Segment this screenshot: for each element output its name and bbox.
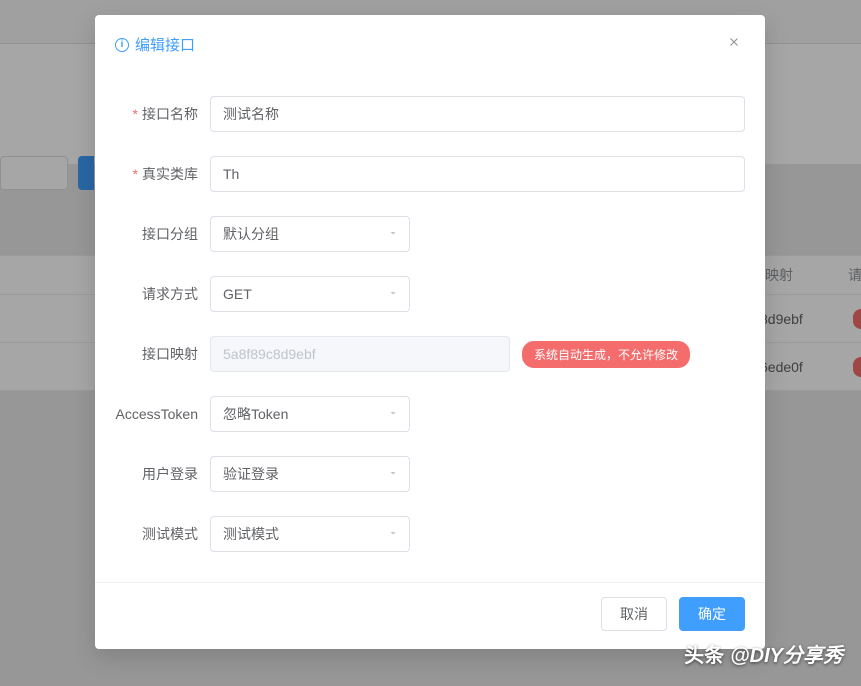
method-label: 请求方式 xyxy=(115,284,210,304)
mapping-label: 接口映射 xyxy=(115,344,210,364)
interface-name-input[interactable] xyxy=(210,96,745,132)
modal-header: i 编辑接口 xyxy=(95,15,765,72)
access-token-select[interactable]: 忽略Token xyxy=(210,396,410,432)
chevron-down-icon xyxy=(387,406,399,422)
access-token-select-value: 忽略Token xyxy=(223,404,288,424)
test-mode-select[interactable]: 测试模式 xyxy=(210,516,410,552)
modal-title: 编辑接口 xyxy=(135,34,195,55)
watermark: 头条 @DIY分享秀 xyxy=(684,639,843,668)
info-icon: i xyxy=(115,38,129,52)
chevron-down-icon xyxy=(387,226,399,242)
cancel-button[interactable]: 取消 xyxy=(601,597,667,631)
real-class-label: 真实类库 xyxy=(115,164,210,184)
group-select[interactable]: 默认分组 xyxy=(210,216,410,252)
modal-footer: 取消 确定 xyxy=(95,582,765,649)
watermark-logo: 头条 xyxy=(684,639,724,668)
chevron-down-icon xyxy=(387,466,399,482)
watermark-text: @DIY分享秀 xyxy=(730,639,843,668)
close-icon[interactable] xyxy=(723,31,745,58)
user-login-select[interactable]: 验证登录 xyxy=(210,456,410,492)
mapping-badge: 系统自动生成，不允许修改 xyxy=(522,341,690,368)
confirm-button[interactable]: 确定 xyxy=(679,597,745,631)
user-login-select-value: 验证登录 xyxy=(223,464,279,484)
test-mode-label: 测试模式 xyxy=(115,524,210,544)
group-label: 接口分组 xyxy=(115,224,210,244)
group-select-value: 默认分组 xyxy=(223,224,279,244)
user-login-label: 用户登录 xyxy=(115,464,210,484)
method-select[interactable]: GET xyxy=(210,276,410,312)
chevron-down-icon xyxy=(387,286,399,302)
edit-interface-modal: i 编辑接口 接口名称 真实类库 接口分组 默认分组 请求方式 GET xyxy=(95,15,765,649)
chevron-down-icon xyxy=(387,526,399,542)
method-select-value: GET xyxy=(223,286,252,302)
real-class-input[interactable] xyxy=(210,156,745,192)
test-mode-select-value: 测试模式 xyxy=(223,524,279,544)
access-token-label: AccessToken xyxy=(115,406,210,422)
mapping-input: 5a8f89c8d9ebf xyxy=(210,336,510,372)
interface-name-label: 接口名称 xyxy=(115,104,210,124)
modal-body: 接口名称 真实类库 接口分组 默认分组 请求方式 GET 接口映射 5a8f89… xyxy=(95,72,765,582)
